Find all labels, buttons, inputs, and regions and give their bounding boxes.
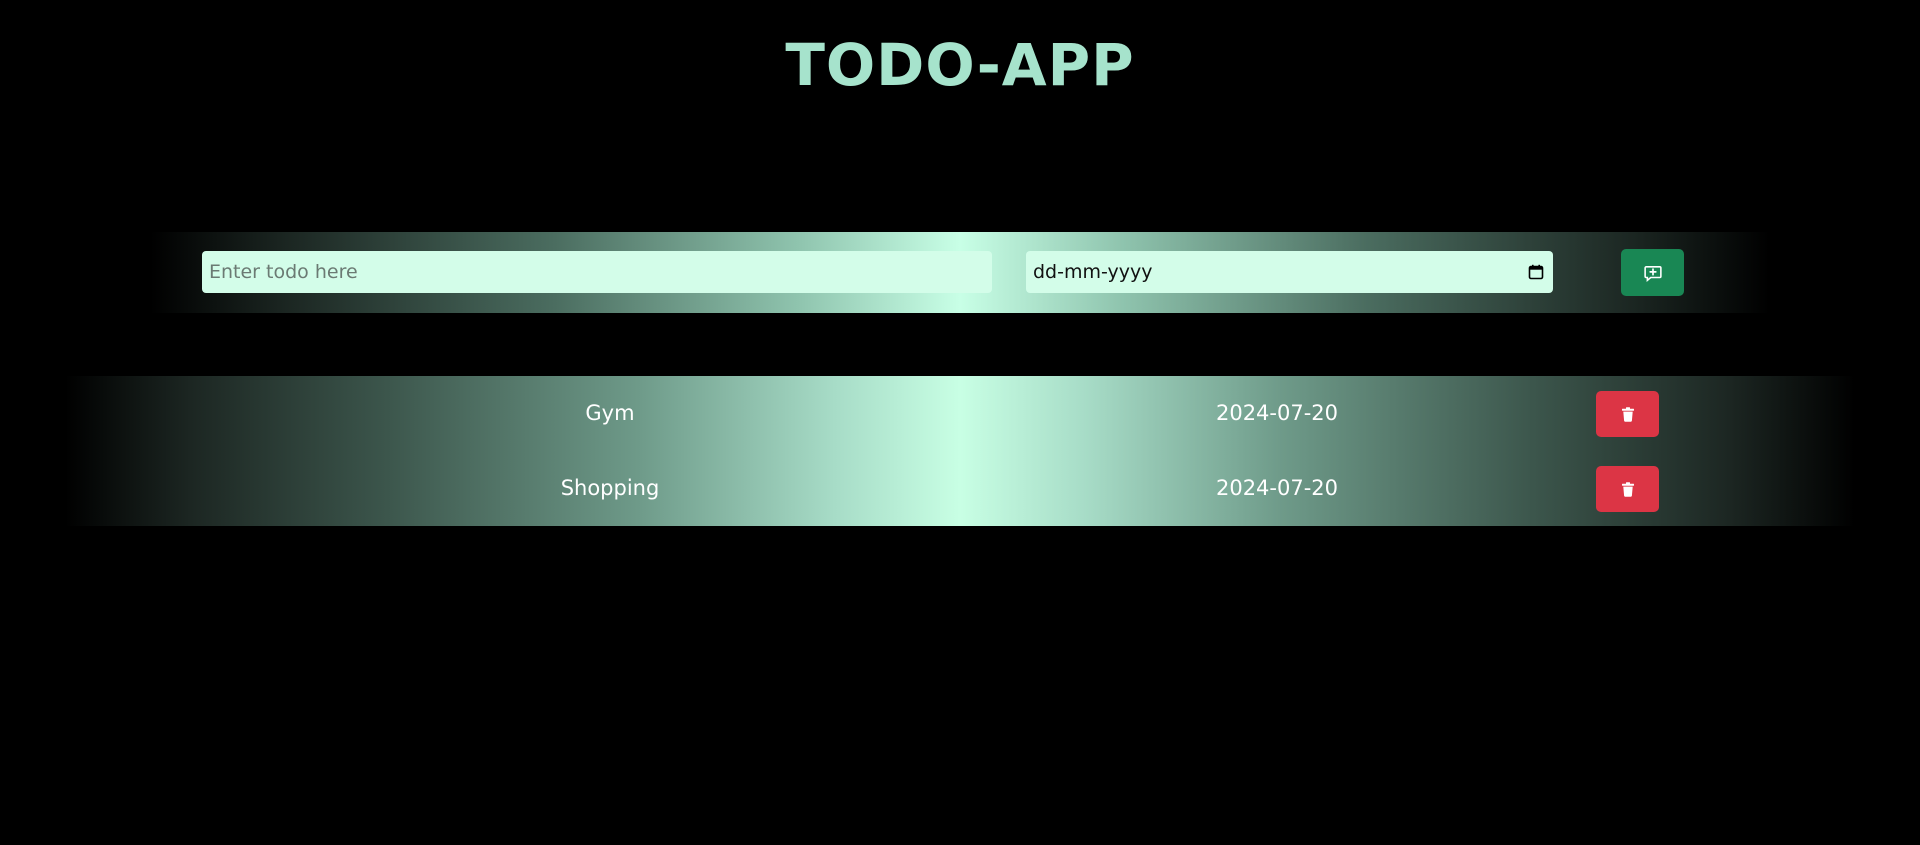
date-placeholder: dd-mm-yyyy (1033, 261, 1153, 283)
todo-input[interactable] (202, 251, 992, 293)
todo-name: Gym (585, 401, 635, 425)
trash-icon (1621, 481, 1635, 497)
todo-app-page: TODO-APP dd-mm-yyyy Gym 2024-07-20 (0, 0, 1920, 845)
date-field[interactable]: dd-mm-yyyy (1026, 251, 1553, 293)
calendar-icon[interactable] (1527, 263, 1545, 281)
todo-name: Shopping (560, 476, 660, 500)
add-todo-button[interactable] (1621, 249, 1684, 296)
message-plus-icon (1643, 264, 1662, 282)
todo-date: 2024-07-20 (1215, 476, 1339, 500)
todo-item: Shopping 2024-07-20 (0, 451, 1920, 526)
todo-date: 2024-07-20 (1215, 401, 1339, 425)
trash-icon (1621, 406, 1635, 422)
delete-button[interactable] (1596, 466, 1659, 512)
page-title: TODO-APP (785, 31, 1135, 99)
todo-item: Gym 2024-07-20 (0, 376, 1920, 451)
delete-button[interactable] (1596, 391, 1659, 437)
